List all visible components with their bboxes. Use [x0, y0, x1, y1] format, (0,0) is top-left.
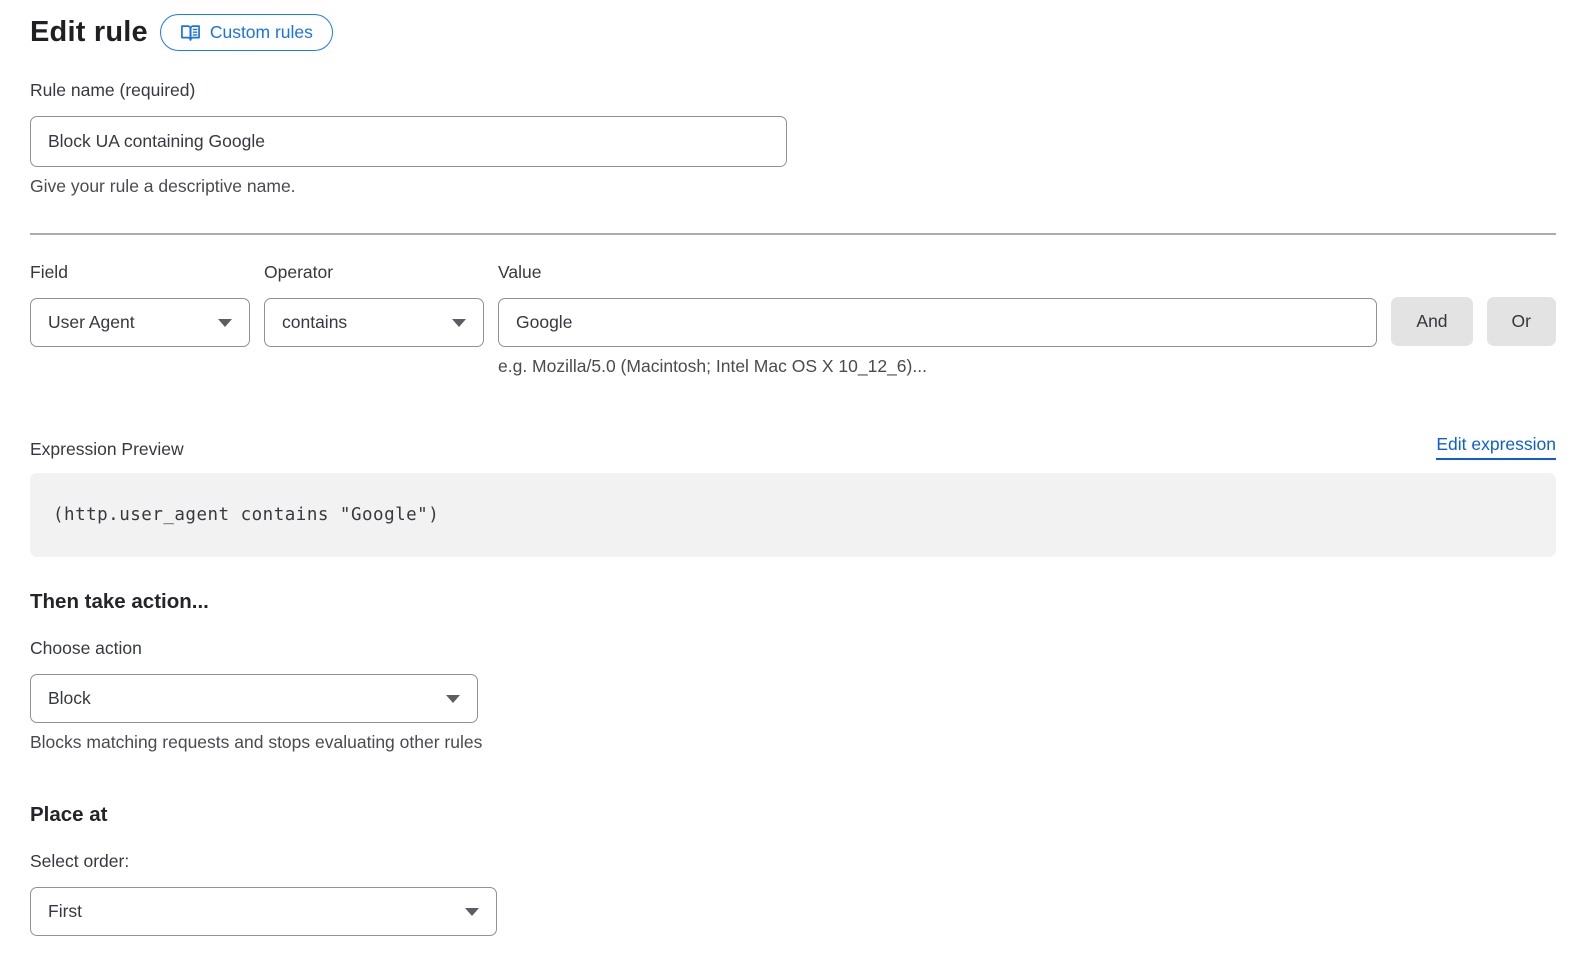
- expression-code-text: (http.user_agent contains "Google"): [53, 505, 439, 525]
- action-section: Then take action... Choose action Block …: [30, 590, 1556, 753]
- action-heading: Then take action...: [30, 590, 1556, 614]
- chevron-down-icon: [446, 695, 460, 703]
- field-select[interactable]: User Agent: [30, 298, 250, 347]
- operator-label: Operator: [264, 262, 484, 283]
- expression-preview-header: Expression Preview Edit expression: [30, 434, 1556, 460]
- select-order-label: Select order:: [30, 851, 1556, 872]
- place-at-heading: Place at: [30, 803, 1556, 827]
- action-select-value: Block: [48, 688, 91, 709]
- value-input[interactable]: [498, 298, 1377, 347]
- expression-preview-code: (http.user_agent contains "Google"): [30, 473, 1556, 557]
- value-helper: e.g. Mozilla/5.0 (Macintosh; Intel Mac O…: [498, 356, 1377, 377]
- action-select[interactable]: Block: [30, 674, 478, 723]
- operator-select-value: contains: [282, 312, 347, 333]
- rule-name-section: Rule name (required) Give your rule a de…: [30, 80, 1556, 197]
- or-button-wrap: Or: [1487, 262, 1556, 346]
- chevron-down-icon: [452, 319, 466, 327]
- chevron-down-icon: [218, 319, 232, 327]
- field-column: Field User Agent: [30, 262, 250, 347]
- operator-select[interactable]: contains: [264, 298, 484, 347]
- open-book-icon: [180, 24, 201, 42]
- edit-rule-page: Edit rule Custom rules Rule name (requir…: [0, 0, 1587, 976]
- value-label: Value: [498, 262, 1377, 283]
- action-helper: Blocks matching requests and stops evalu…: [30, 732, 1556, 753]
- field-select-value: User Agent: [48, 312, 135, 333]
- page-header: Edit rule Custom rules: [30, 14, 1556, 51]
- order-select-value: First: [48, 901, 82, 922]
- rule-name-helper: Give your rule a descriptive name.: [30, 176, 1556, 197]
- expression-preview-section: Expression Preview Edit expression (http…: [30, 434, 1556, 557]
- order-select[interactable]: First: [30, 887, 497, 936]
- operator-column: Operator contains: [264, 262, 484, 347]
- placement-section: Place at Select order: First: [30, 803, 1556, 936]
- expression-preview-label: Expression Preview: [30, 439, 184, 460]
- and-button-wrap: And: [1391, 262, 1472, 346]
- page-title: Edit rule: [30, 16, 148, 49]
- choose-action-label: Choose action: [30, 638, 1556, 659]
- rule-name-label: Rule name (required): [30, 80, 1556, 101]
- section-divider: [30, 233, 1556, 235]
- edit-expression-link[interactable]: Edit expression: [1436, 434, 1556, 460]
- and-button[interactable]: And: [1391, 297, 1472, 346]
- expression-builder-row: Field User Agent Operator contains Value…: [30, 262, 1556, 377]
- field-label: Field: [30, 262, 250, 283]
- rule-name-input[interactable]: [30, 116, 787, 167]
- chevron-down-icon: [465, 908, 479, 916]
- or-button[interactable]: Or: [1487, 297, 1556, 346]
- custom-rules-button-label: Custom rules: [210, 22, 313, 43]
- value-column: Value e.g. Mozilla/5.0 (Macintosh; Intel…: [498, 262, 1377, 377]
- custom-rules-button[interactable]: Custom rules: [160, 14, 333, 51]
